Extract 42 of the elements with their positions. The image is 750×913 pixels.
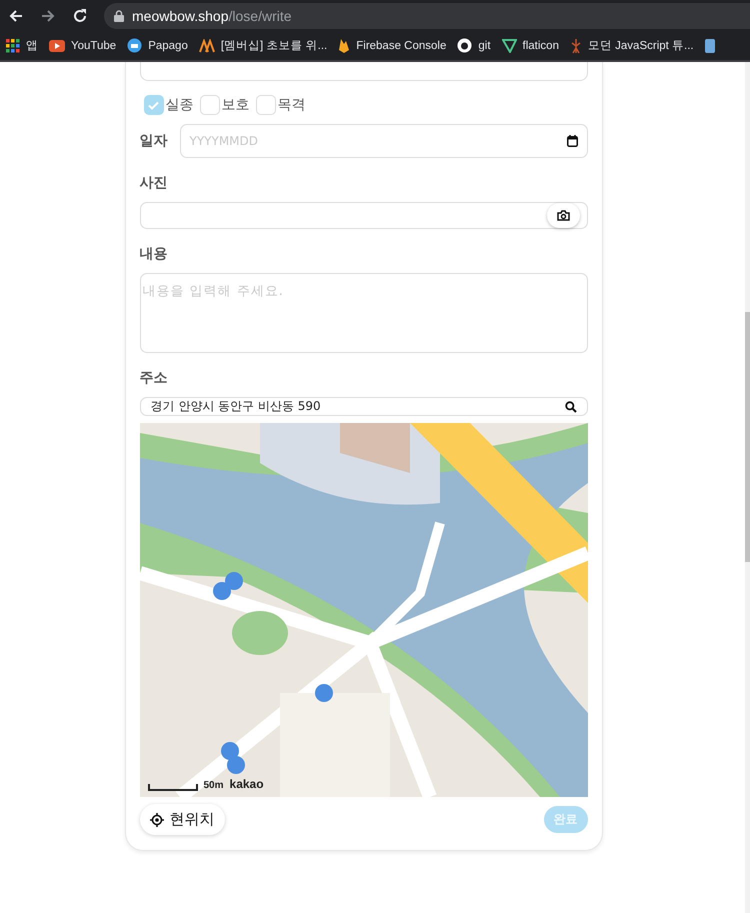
checkbox[interactable] [200, 95, 220, 115]
address-field[interactable]: 경기 안양시 동안구 비산동 590 [140, 397, 588, 416]
photo-label: 사진 [140, 174, 168, 192]
checkmark-icon [148, 100, 159, 110]
url-text: meowbow.shop/lose/write [132, 8, 292, 24]
camera-button[interactable] [546, 203, 580, 228]
figure-icon [570, 38, 582, 54]
scale-label: 50m [204, 780, 224, 791]
map-logo: kakao [230, 777, 264, 791]
bookmark[interactable]: 모던 JavaScript 튜... [570, 38, 694, 54]
date-label: 일자 [140, 132, 168, 150]
bookmark[interactable]: YouTube [49, 40, 116, 52]
search-icon[interactable] [564, 400, 576, 412]
content-label: 내용 [140, 245, 168, 263]
bookmark[interactable]: flaticon [502, 38, 559, 52]
calendar-icon[interactable] [566, 135, 578, 147]
current-location-button[interactable]: 현위치 [140, 804, 224, 835]
bookmark[interactable]: 앱 [6, 38, 38, 53]
bookmark[interactable]: [멤버십] 초보를 위... [198, 38, 328, 53]
camera-icon [556, 210, 570, 221]
bookmark[interactable]: git [457, 38, 491, 53]
input-field[interactable] [140, 62, 588, 81]
reload-icon[interactable] [72, 8, 88, 24]
scale-bar [148, 784, 198, 791]
bookmark[interactable]: Firebase Console [338, 38, 446, 54]
lock-icon [114, 10, 124, 22]
checkbox-label: 실종 [166, 96, 194, 114]
flame-icon [338, 38, 350, 54]
back-arrow-icon[interactable] [8, 8, 24, 24]
forward-arrow-icon[interactable] [40, 8, 56, 24]
address-bar[interactable]: meowbow.shop/lose/write [104, 2, 750, 28]
photo-field[interactable] [140, 202, 588, 229]
scrollbar[interactable] [745, 62, 750, 913]
bookmark[interactable]: Papago [127, 38, 188, 53]
checkbox[interactable] [144, 95, 164, 115]
play-button-icon [49, 40, 65, 52]
apps-grid-icon [6, 38, 20, 52]
checkbox-label: 보호 [222, 96, 250, 114]
address-label: 주소 [140, 369, 168, 387]
checkbox[interactable] [256, 95, 276, 115]
target-icon [150, 812, 164, 826]
checkbox-label: 목격 [278, 96, 306, 114]
